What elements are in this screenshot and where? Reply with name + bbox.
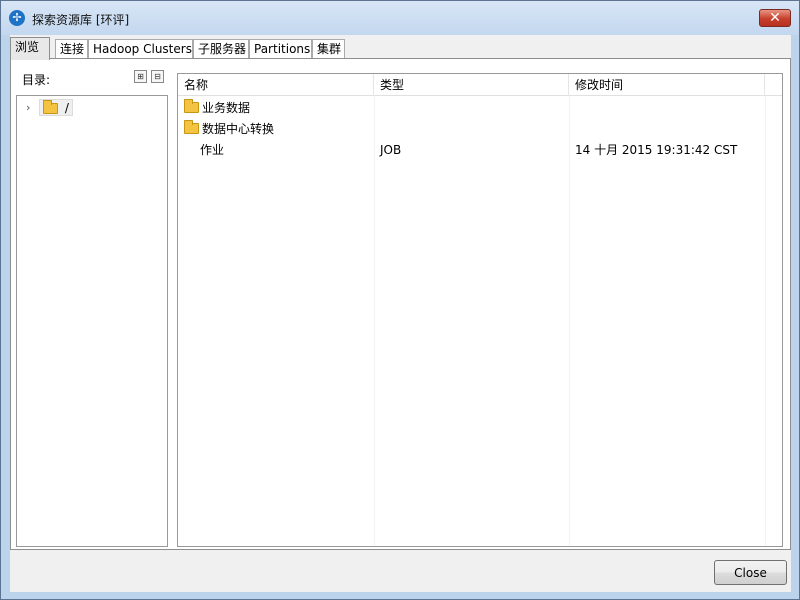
row-name-cell: 业务数据 <box>184 98 250 119</box>
tab-clusters[interactable]: 集群 <box>312 39 345 59</box>
folder-icon <box>43 100 58 114</box>
window-close-button[interactable]: ✕ <box>759 9 791 27</box>
list-row[interactable]: 业务数据 <box>178 98 764 119</box>
browse-tab-page: 目录: ⊞ ⊟ › / 名称 类型 修改时间 业务数据 数据中心转换 作业 JO… <box>10 58 791 550</box>
tab-partitions[interactable]: Partitions <box>249 39 312 59</box>
folder-icon <box>184 120 199 134</box>
chevron-right-icon[interactable]: › <box>26 101 30 114</box>
column-divider <box>765 96 766 546</box>
column-header-name[interactable]: 名称 <box>178 74 374 96</box>
tab-strip: 浏览 连接 Hadoop Clusters 子服务器 Partitions 集群 <box>10 37 791 60</box>
column-divider <box>569 96 570 546</box>
list-row[interactable]: 作业 JOB 14 十月 2015 19:31:42 CST <box>178 140 764 161</box>
column-divider <box>374 96 375 546</box>
row-name-cell: 数据中心转换 <box>184 119 274 140</box>
dialog-footer: Close <box>10 550 791 592</box>
window-title: 探索资源库 [环评] <box>32 13 130 27</box>
title-bar[interactable]: ✢ 探索资源库 [环评] ✕ <box>1 1 799 35</box>
expand-all-icon[interactable]: ⊞ <box>134 70 147 83</box>
tab-slave-servers[interactable]: 子服务器 <box>193 39 249 59</box>
explorer-window: ✢ 探索资源库 [环评] ✕ 浏览 连接 Hadoop Clusters 子服务… <box>0 0 800 600</box>
list-header: 名称 类型 修改时间 <box>178 74 782 96</box>
tab-browse[interactable]: 浏览 <box>10 37 50 60</box>
tree-node-root[interactable]: › / <box>17 99 167 117</box>
tab-connections[interactable]: 连接 <box>55 39 88 59</box>
column-header-modified[interactable]: 修改时间 <box>569 74 765 96</box>
column-header-type[interactable]: 类型 <box>374 74 569 96</box>
collapse-all-icon[interactable]: ⊟ <box>151 70 164 83</box>
dialog-client-area: 浏览 连接 Hadoop Clusters 子服务器 Partitions 集群… <box>10 35 791 592</box>
list-row[interactable]: 数据中心转换 <box>178 119 764 140</box>
tab-hadoop-clusters[interactable]: Hadoop Clusters <box>88 39 193 59</box>
row-modified-cell: 14 十月 2015 19:31:42 CST <box>575 143 738 157</box>
directory-tree[interactable]: › / <box>16 95 168 547</box>
app-icon: ✢ <box>9 10 25 26</box>
directory-label: 目录: <box>22 73 51 87</box>
close-button[interactable]: Close <box>714 560 787 585</box>
tree-node-root-label[interactable]: / <box>39 99 73 116</box>
repository-list[interactable]: 名称 类型 修改时间 业务数据 数据中心转换 作业 JOB 14 十月 2015… <box>177 73 783 547</box>
folder-icon <box>184 99 199 113</box>
row-type-cell: JOB <box>380 143 402 157</box>
row-name-cell: 作业 <box>200 143 225 157</box>
